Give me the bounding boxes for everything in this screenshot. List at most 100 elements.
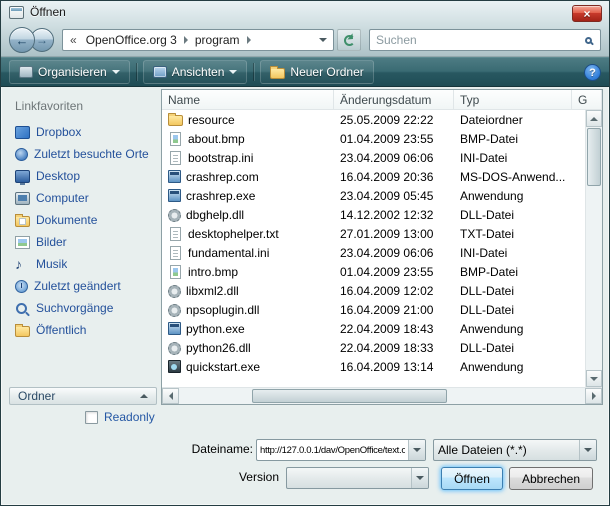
vertical-scrollbar[interactable] (585, 110, 602, 387)
file-list-body: resource25.05.2009 22:22Dateiordnerabout… (162, 110, 602, 387)
breadcrumb-separator-icon[interactable] (184, 36, 188, 44)
file-row-desktophelper-txt[interactable]: desktophelper.txt27.01.2009 13:00TXT-Dat… (162, 224, 585, 243)
file-row-npsoplugin-dll[interactable]: npsoplugin.dll16.04.2009 21:00DLL-Datei (162, 300, 585, 319)
readonly-checkbox[interactable] (85, 411, 98, 424)
sidebar-item-desktop[interactable]: Desktop (9, 165, 161, 187)
filename-dropdown-button[interactable] (408, 440, 425, 460)
filename-input[interactable] (257, 445, 408, 456)
sidebar-item-suchvorgaenge[interactable]: Suchvorgänge (9, 297, 161, 319)
filename-combobox[interactable] (256, 439, 426, 461)
window-title: Öffnen (30, 5, 66, 19)
column-header-date-modified[interactable]: Änderungsdatum (334, 90, 454, 109)
file-row-about-bmp[interactable]: about.bmp01.04.2009 23:55BMP-Datei (162, 129, 585, 148)
open-file-dialog: Öffnen « OpenOffice.org 3 program (0, 0, 610, 506)
file-row-resource[interactable]: resource25.05.2009 22:22Dateiordner (162, 110, 585, 129)
address-history-dropdown[interactable] (316, 38, 330, 42)
column-header-type[interactable]: Typ (454, 90, 572, 109)
sidebar-item-dropbox[interactable]: Dropbox (9, 121, 161, 143)
scroll-left-button[interactable] (162, 388, 179, 404)
vertical-scroll-thumb[interactable] (587, 128, 601, 186)
open-button[interactable]: Öffnen (441, 467, 503, 490)
filetype-combobox[interactable]: Alle Dateien (*.*) (433, 439, 597, 461)
views-label: Ansichten (172, 65, 225, 79)
file-name: fundamental.ini (188, 246, 269, 260)
column-header-name[interactable]: Name (162, 90, 334, 109)
file-name-cell: quickstart.exe (162, 360, 334, 374)
version-dropdown-button[interactable] (411, 468, 428, 488)
chevron-down-icon (229, 70, 237, 74)
breadcrumb[interactable]: « OpenOffice.org 3 program (62, 29, 334, 51)
file-row-intro-bmp[interactable]: intro.bmp01.04.2009 23:55BMP-Datei (162, 262, 585, 281)
file-row-quickstart-exe[interactable]: quickstart.exe16.04.2009 13:14Anwendung (162, 357, 585, 376)
file-row-fundamental-ini[interactable]: fundamental.ini23.04.2009 06:06INI-Datei (162, 243, 585, 262)
sidebar-item-oeffentlich[interactable]: Öffentlich (9, 319, 161, 341)
breadcrumb-separator-icon[interactable] (247, 36, 251, 44)
titlebar[interactable]: Öffnen (1, 1, 609, 23)
version-combobox[interactable] (286, 467, 429, 489)
file-row-libxml2-dll[interactable]: libxml2.dll16.04.2009 12:02DLL-Datei (162, 281, 585, 300)
scroll-up-button[interactable] (586, 110, 602, 127)
file-row-python26-dll[interactable]: python26.dll22.04.2009 18:33DLL-Datei (162, 338, 585, 357)
refresh-button[interactable] (337, 29, 361, 51)
organize-button[interactable]: Organisieren (9, 60, 130, 84)
sidebar-item-bilder[interactable]: Bilder (9, 231, 161, 253)
new-folder-button[interactable]: Neuer Ordner (260, 60, 373, 84)
file-name: python.exe (186, 322, 245, 336)
dll-file-icon (168, 304, 181, 317)
file-type: DLL-Datei (454, 284, 572, 298)
file-row-bootstrap-ini[interactable]: bootstrap.ini23.04.2009 06:06INI-Datei (162, 148, 585, 167)
sidebar-item-zuletzt-besuchte-orte[interactable]: Zuletzt besuchte Orte (9, 143, 161, 165)
breadcrumb-collapsed-chevron[interactable]: « (66, 33, 81, 47)
organize-label: Organisieren (38, 65, 107, 79)
chevron-down-icon (584, 448, 592, 452)
scroll-right-button[interactable] (585, 388, 602, 404)
file-list-header: Name Änderungsdatum Typ G (162, 90, 602, 110)
sidebar-item-zuletzt-geaendert[interactable]: Zuletzt geändert (9, 275, 161, 297)
file-row-python-exe[interactable]: python.exe22.04.2009 18:43Anwendung (162, 319, 585, 338)
cancel-button[interactable]: Abbrechen (509, 467, 593, 490)
sidebar-item-musik[interactable]: Musik (9, 253, 161, 275)
dialog-icon (9, 6, 24, 19)
file-name-cell: desktophelper.txt (162, 227, 334, 241)
column-header-size[interactable]: G (572, 90, 602, 109)
back-button[interactable] (9, 27, 35, 53)
breadcrumb-item-program[interactable]: program (190, 33, 245, 47)
file-row-dbghelp-dll[interactable]: dbghelp.dll14.12.2002 12:32DLL-Datei (162, 205, 585, 224)
app-file-icon (168, 322, 181, 335)
music-icon (15, 258, 30, 271)
cancel-button-label: Abbrechen (522, 472, 580, 486)
searches-icon (15, 302, 30, 315)
file-type: DLL-Datei (454, 208, 572, 222)
file-row-crashrep-com[interactable]: crashrep.com16.04.2009 20:36MS-DOS-Anwen… (162, 167, 585, 186)
file-date-modified: 22.04.2009 18:43 (334, 322, 454, 336)
file-row-crashrep-exe[interactable]: crashrep.exe23.04.2009 05:45Anwendung (162, 186, 585, 205)
chevron-up-icon (140, 394, 148, 398)
search-box[interactable] (369, 29, 601, 51)
file-name: crashrep.exe (186, 189, 255, 203)
triangle-down-icon (590, 377, 598, 381)
file-name-cell: python26.dll (162, 341, 334, 355)
search-icon[interactable] (585, 37, 592, 44)
scroll-down-button[interactable] (586, 370, 602, 387)
filetype-dropdown-button[interactable] (579, 440, 596, 460)
file-type: INI-Datei (454, 246, 572, 260)
horizontal-scrollbar[interactable] (162, 387, 602, 404)
close-button[interactable] (572, 5, 602, 22)
triangle-right-icon (592, 392, 596, 400)
views-button[interactable]: Ansichten (143, 60, 248, 84)
file-type: DLL-Datei (454, 303, 572, 317)
sidebar-item-dokumente[interactable]: Dokumente (9, 209, 161, 231)
app-file-icon (168, 170, 181, 183)
toolbar: Organisieren Ansichten Neuer Ordner (1, 57, 609, 87)
readonly-label: Readonly (104, 410, 155, 424)
search-input[interactable] (376, 33, 585, 47)
breadcrumb-item-openoffice[interactable]: OpenOffice.org 3 (81, 33, 182, 47)
version-label: Version (151, 470, 279, 484)
sidebar-item-computer[interactable]: Computer (9, 187, 161, 209)
folders-expander[interactable]: Ordner (9, 387, 157, 405)
readonly-row: Readonly (85, 410, 155, 424)
horizontal-scroll-thumb[interactable] (252, 389, 447, 403)
help-button[interactable] (584, 64, 601, 81)
app-quickstart-file-icon (168, 360, 181, 373)
file-date-modified: 14.12.2002 12:32 (334, 208, 454, 222)
